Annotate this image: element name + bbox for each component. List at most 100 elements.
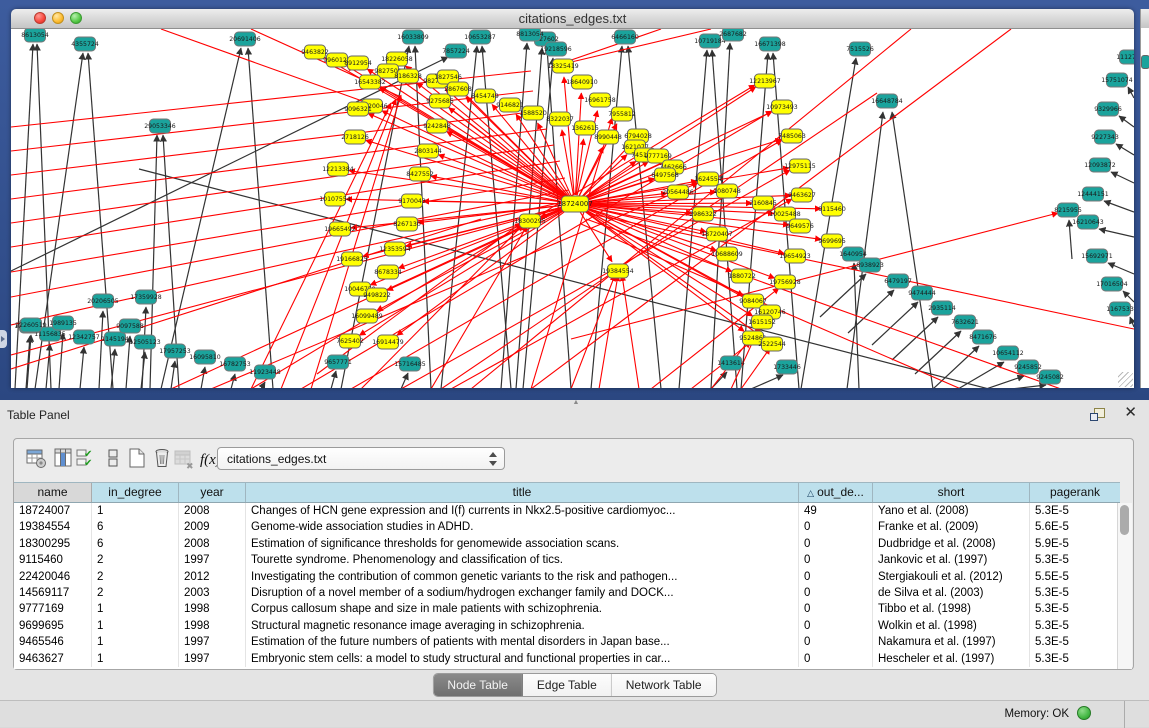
cell-year[interactable]: 2003: [179, 585, 246, 601]
cell-year[interactable]: 2012: [179, 569, 246, 585]
black-edge[interactable]: [1108, 263, 1134, 274]
cell-in_degree[interactable]: 2: [92, 569, 179, 585]
black-edge[interactable]: [161, 48, 241, 388]
column-header-title[interactable]: title: [246, 483, 799, 502]
cell-pagerank[interactable]: 5.9E-5: [1030, 536, 1120, 552]
cell-in_degree[interactable]: 1: [92, 601, 179, 617]
cell-short[interactable]: Nakamura et al. (1997): [873, 634, 1030, 650]
cell-in_degree[interactable]: 2: [92, 585, 179, 601]
cell-out_degree[interactable]: 0: [799, 519, 873, 535]
black-edge[interactable]: [628, 46, 661, 388]
black-edge[interactable]: [231, 374, 235, 388]
red-edge[interactable]: [571, 213, 1058, 339]
column-header-year[interactable]: year: [179, 483, 246, 502]
cell-name[interactable]: 9463627: [14, 651, 92, 667]
black-edge[interactable]: [986, 376, 1024, 388]
cell-short[interactable]: Tibbo et al. (1998): [873, 601, 1030, 617]
cell-out_degree[interactable]: 0: [799, 585, 873, 601]
red-edge[interactable]: [397, 209, 568, 335]
cell-short[interactable]: Wolkin et al. (1998): [873, 618, 1030, 634]
cell-short[interactable]: Yano et al. (2008): [873, 503, 1030, 519]
cell-year[interactable]: 2008: [179, 503, 246, 519]
cell-out_degree[interactable]: 0: [799, 601, 873, 617]
black-edge[interactable]: [1119, 116, 1134, 127]
table-row[interactable]: 1830029562008Estimation of significance …: [14, 536, 1120, 552]
cell-out_degree[interactable]: 0: [799, 618, 873, 634]
tab-node-table[interactable]: Node Table: [433, 674, 523, 696]
delete-table-icon[interactable]: ✖: [174, 448, 198, 472]
cell-title[interactable]: Disruption of a novel member of a sodium…: [246, 585, 799, 601]
cell-year[interactable]: 1998: [179, 618, 246, 634]
cell-out_degree[interactable]: 0: [799, 651, 873, 667]
red-edge[interactable]: [11, 219, 481, 369]
cell-in_degree[interactable]: 1: [92, 651, 179, 667]
black-edge[interactable]: [1123, 291, 1134, 302]
red-edge[interactable]: [368, 113, 567, 200]
tab-network-table[interactable]: Network Table: [612, 674, 716, 696]
cell-short[interactable]: de Silva et al. (2003): [873, 585, 1030, 601]
table-row[interactable]: 1938455462009Genome-wide association stu…: [14, 519, 1120, 535]
black-edge[interactable]: [1111, 172, 1134, 183]
black-edge[interactable]: [1130, 317, 1134, 327]
cell-out_degree[interactable]: 0: [799, 634, 873, 650]
cell-pagerank[interactable]: 5.3E-5: [1030, 601, 1120, 617]
table-row[interactable]: 946362711997Embryonic stem cells: a mode…: [14, 651, 1120, 667]
cell-out_degree[interactable]: 49: [799, 503, 873, 519]
black-edge[interactable]: [1116, 144, 1134, 155]
cell-pagerank[interactable]: 5.3E-5: [1030, 585, 1120, 601]
cell-name[interactable]: 19384554: [14, 519, 92, 535]
cell-year[interactable]: 2008: [179, 536, 246, 552]
red-edge[interactable]: [211, 183, 698, 388]
splitter-handle-icon[interactable]: ▲: [570, 400, 582, 406]
black-edge[interactable]: [99, 311, 103, 388]
black-edge[interactable]: [915, 331, 961, 374]
cell-short[interactable]: Jankovic et al. (1997): [873, 552, 1030, 568]
black-edge[interactable]: [1128, 87, 1134, 98]
cell-in_degree[interactable]: 2: [92, 552, 179, 568]
cell-pagerank[interactable]: 5.3E-5: [1030, 552, 1120, 568]
cell-pagerank[interactable]: 5.3E-5: [1030, 503, 1120, 519]
cell-title[interactable]: Tourette syndrome. Phenomenology and cla…: [246, 552, 799, 568]
black-edge[interactable]: [1011, 385, 1046, 388]
table-mode-settings-icon[interactable]: [26, 448, 50, 472]
red-edge[interactable]: [622, 275, 639, 388]
cell-pagerank[interactable]: 5.6E-5: [1030, 519, 1120, 535]
black-edge[interactable]: [547, 48, 571, 388]
cell-short[interactable]: Stergiakouli et al. (2012): [873, 569, 1030, 585]
cell-title[interactable]: Corpus callosum shape and size in male p…: [246, 601, 799, 617]
column-header-short[interactable]: short: [873, 483, 1030, 502]
column-header-pagerank[interactable]: pagerank: [1030, 483, 1120, 502]
red-edge[interactable]: [161, 29, 379, 107]
cell-out_degree[interactable]: 0: [799, 552, 873, 568]
cell-out_degree[interactable]: 0: [799, 536, 873, 552]
cell-name[interactable]: 9465546: [14, 634, 92, 650]
table-row[interactable]: 977716911998Corpus callosum shape and si…: [14, 601, 1120, 617]
network-canvas-svg[interactable]: 1872400786130544355724206914061603380910…: [11, 29, 1134, 388]
table-vertical-scrollbar[interactable]: [1117, 503, 1132, 669]
cell-title[interactable]: Genome-wide association studies in ADHD.: [246, 519, 799, 535]
black-edge[interactable]: [892, 112, 933, 388]
close-panel-icon[interactable]: ✕: [1124, 405, 1137, 421]
cell-year[interactable]: 2009: [179, 519, 246, 535]
cell-name[interactable]: 9777169: [14, 601, 92, 617]
select-all-rows-icon[interactable]: ✔✔: [76, 448, 100, 472]
cell-title[interactable]: Structural magnetic resonance image aver…: [246, 618, 799, 634]
network-file-select[interactable]: citations_edges.txt: [217, 447, 505, 470]
float-window-icon[interactable]: [1090, 407, 1106, 422]
cell-out_degree[interactable]: 0: [799, 569, 873, 585]
cell-in_degree[interactable]: 6: [92, 519, 179, 535]
row-height-icon[interactable]: [104, 448, 128, 472]
cell-pagerank[interactable]: 5.3E-5: [1030, 618, 1120, 634]
resize-grip-icon[interactable]: [1118, 372, 1133, 387]
cell-year[interactable]: 1997: [179, 634, 246, 650]
column-visibility-icon[interactable]: [54, 448, 78, 472]
black-edge[interactable]: [80, 347, 84, 388]
cell-name[interactable]: 18300295: [14, 536, 92, 552]
black-edge[interactable]: [1099, 229, 1134, 237]
cell-title[interactable]: Embryonic stem cells: a model to study s…: [246, 651, 799, 667]
black-edge[interactable]: [1104, 201, 1134, 212]
table-row[interactable]: 946554611997Estimation of the future num…: [14, 634, 1120, 650]
network-canvas[interactable]: 1872400786130544355724206914061603380910…: [11, 29, 1134, 388]
black-edge[interactable]: [892, 317, 938, 360]
cell-pagerank[interactable]: 5.3E-5: [1030, 634, 1120, 650]
